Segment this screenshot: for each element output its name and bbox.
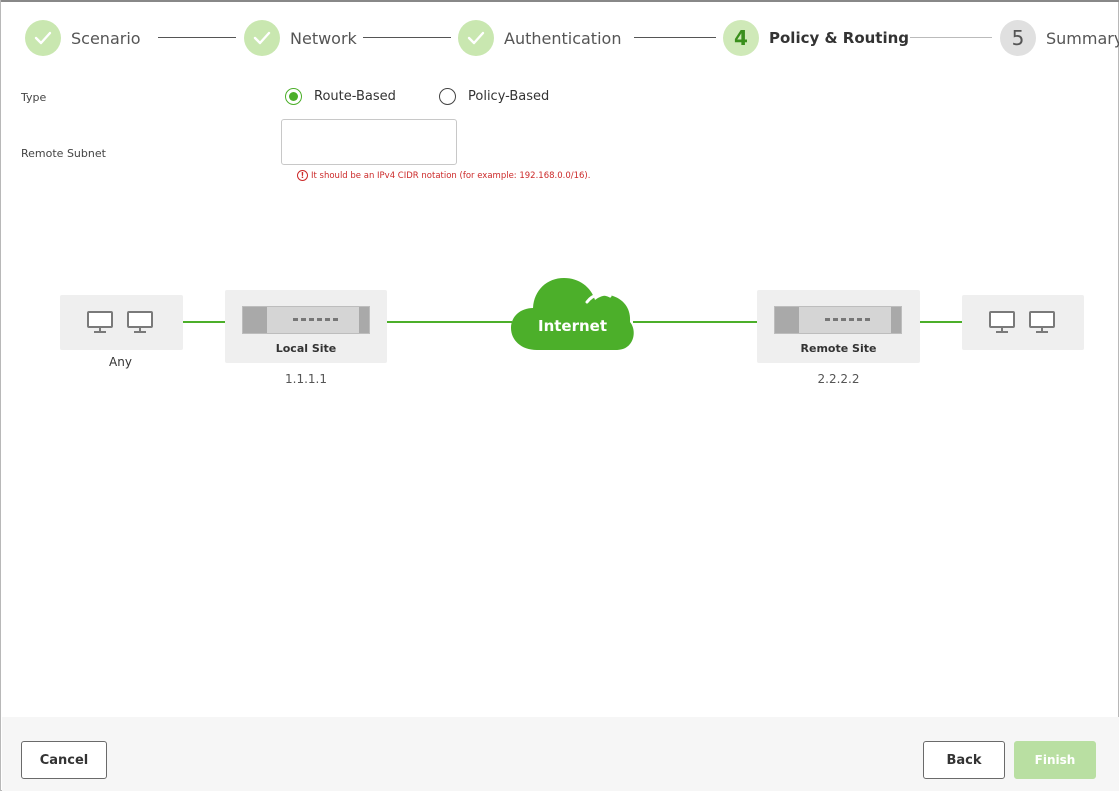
radio-selected-icon	[285, 88, 302, 105]
wizard-window: Scenario Network Authentication 4 Policy…	[0, 0, 1119, 791]
checkmark-icon	[25, 20, 61, 56]
local-site-box: Local Site	[225, 290, 387, 363]
monitor-icon	[989, 311, 1015, 333]
remote-site-ip: 2.2.2.2	[817, 372, 860, 386]
link-line	[183, 321, 225, 323]
firewall-device-icon	[774, 306, 902, 334]
radio-unselected-icon	[439, 88, 456, 105]
local-site-ip: 1.1.1.1	[285, 372, 327, 386]
finish-button[interactable]: Finish	[1014, 741, 1096, 779]
policy-based-radio[interactable]: Policy-Based	[439, 88, 549, 105]
step-scenario: Scenario	[25, 18, 141, 58]
cancel-button[interactable]: Cancel	[21, 741, 107, 779]
step-authentication: Authentication	[458, 18, 621, 58]
error-icon: !	[297, 170, 308, 181]
local-site-name: Local Site	[275, 342, 337, 355]
monitor-icon	[1029, 311, 1055, 333]
error-text: It should be an IPv4 CIDR notation (for …	[311, 170, 591, 181]
link-line	[920, 321, 962, 323]
step-label: Authentication	[504, 28, 622, 48]
step-label: Scenario	[71, 28, 141, 48]
checkmark-icon	[244, 20, 280, 56]
type-label: Type	[21, 91, 47, 104]
link-line	[387, 321, 512, 323]
checkmark-icon	[458, 20, 494, 56]
monitor-icon	[87, 311, 113, 333]
step-number: 4	[723, 20, 759, 56]
route-based-radio[interactable]: Route-Based	[285, 88, 396, 105]
cloud-icon	[511, 278, 634, 350]
remote-site-name: Remote Site	[800, 342, 877, 355]
step-label: Network	[290, 28, 357, 48]
step-connector	[158, 37, 236, 38]
step-number: 5	[1000, 20, 1036, 56]
remote-site-box: Remote Site	[757, 290, 920, 363]
internet-label: Internet	[537, 317, 608, 335]
radio-label: Route-Based	[314, 89, 396, 104]
local-hosts-box	[60, 295, 183, 350]
step-connector	[634, 37, 716, 38]
back-button[interactable]: Back	[923, 741, 1005, 779]
step-connector	[910, 37, 992, 38]
step-policy-routing: 4 Policy & Routing	[723, 18, 909, 58]
step-label: Summary	[1046, 28, 1119, 48]
step-summary: 5 Summary	[1000, 18, 1119, 58]
remote-hosts-box	[962, 295, 1084, 350]
step-network: Network	[244, 18, 357, 58]
radio-label: Policy-Based	[468, 89, 550, 104]
remote-subnet-error: ! It should be an IPv4 CIDR notation (fo…	[297, 170, 590, 181]
firewall-device-icon	[242, 306, 370, 334]
step-connector	[363, 37, 451, 38]
monitor-icon	[127, 311, 153, 333]
step-label: Policy & Routing	[769, 29, 910, 47]
local-hosts-label: Any	[109, 355, 132, 369]
remote-subnet-label: Remote Subnet	[21, 147, 106, 160]
top-divider	[1, 0, 1119, 2]
remote-subnet-input[interactable]	[281, 119, 457, 165]
link-line	[633, 321, 757, 323]
